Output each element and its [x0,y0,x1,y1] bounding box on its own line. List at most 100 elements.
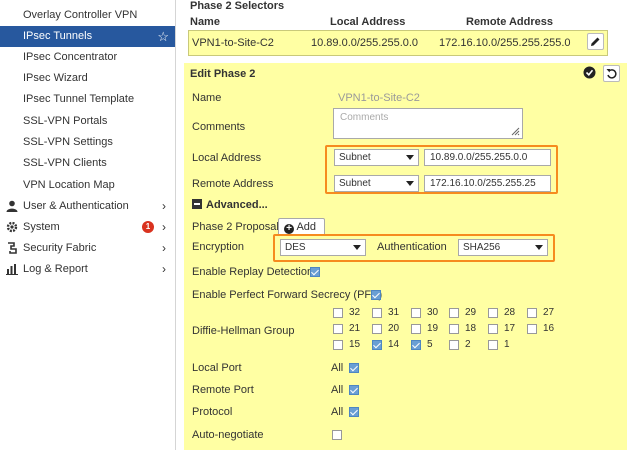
sidebar-item-label: SSL-VPN Portals [23,115,108,127]
dh-group-label-text: 30 [427,307,439,318]
protocol-all: All [331,406,344,418]
remote-address-type-select[interactable]: Subnet [334,175,419,192]
chevron-down-icon [353,245,361,250]
user-icon [6,200,18,212]
auto-negotiate-checkbox[interactable] [332,430,342,440]
dh-group-checkbox[interactable] [333,324,343,334]
dh-group-checkbox[interactable] [333,308,343,318]
dh-group-label-text: 28 [504,307,516,318]
sidebar-item-ssl-vpn-portals[interactable]: SSL-VPN Portals [0,111,175,132]
main-content: Phase 2 Selectors Name Local Address Rem… [177,0,640,450]
sidebar-item-label: IPsec Tunnels [23,30,93,42]
sidebar-item-ipsec-concentrator[interactable]: IPsec Concentrator [0,47,175,68]
local-port-all: All [331,362,344,374]
sidebar-item-label: IPsec Wizard [23,72,88,84]
sidebar-item-user-authentication[interactable]: User & Authentication › [0,196,175,217]
chevron-right-icon: › [162,220,166,234]
authentication-value: SHA256 [463,242,501,253]
sidebar-item-system[interactable]: System 1 › [0,217,175,238]
local-address-type-select[interactable]: Subnet [334,149,419,166]
authentication-select[interactable]: SHA256 [458,239,548,256]
sidebar-item-ssl-vpn-settings[interactable]: SSL-VPN Settings [0,132,175,153]
local-port-all-checkbox[interactable] [349,363,359,373]
resize-handle-icon[interactable] [511,127,520,136]
dh-group-checkbox[interactable] [372,324,382,334]
selector-row-local: 10.89.0.0/255.255.0.0 [311,37,419,49]
sidebar: Overlay Controller VPN IPsec Tunnels ☆ IP… [0,0,176,450]
local-port-label: Local Port [192,362,242,374]
remote-address-label: Remote Address [192,178,274,190]
notification-badge: 1 [142,221,154,233]
name-label: Name [192,92,222,104]
sidebar-item-overlay-controller-vpn[interactable]: Overlay Controller VPN [0,5,175,26]
dh-group-checkbox[interactable] [411,340,421,350]
dh-group-checkbox[interactable] [488,324,498,334]
favorite-star-icon[interactable]: ☆ [157,26,169,47]
sidebar-item-security-fabric[interactable]: Security Fabric › [0,238,175,259]
dh-group-checkbox[interactable] [372,340,382,350]
sidebar-item-ipsec-tunnels[interactable]: IPsec Tunnels ☆ [0,26,175,47]
collapse-icon [192,199,202,209]
remote-port-label: Remote Port [192,384,254,396]
dh-group-checkbox[interactable] [488,340,498,350]
dh-group-label-text: 31 [388,307,400,318]
local-address-value: 10.89.0.0/255.255.0.0 [430,152,528,163]
dh-group-checkbox[interactable] [449,340,459,350]
dh-group-label-text: 14 [388,339,400,350]
column-header-name: Name [190,16,220,28]
chevron-right-icon: › [162,262,166,276]
column-header-remote-address: Remote Address [466,16,554,28]
sidebar-item-ssl-vpn-clients[interactable]: SSL-VPN Clients [0,153,175,174]
sidebar-item-ipsec-tunnel-template[interactable]: IPsec Tunnel Template [0,89,175,110]
apply-button[interactable] [582,66,597,81]
comments-placeholder: Comments [340,112,389,123]
sidebar-item-ipsec-wizard[interactable]: IPsec Wizard [0,68,175,89]
protocol-all-checkbox[interactable] [349,407,359,417]
encryption-select[interactable]: DES [280,239,366,256]
selectors-title: Phase 2 Selectors [190,0,285,12]
dh-group-label-text: 17 [504,323,516,334]
dh-group-checkbox[interactable] [411,324,421,334]
advanced-toggle[interactable]: Advanced... [192,199,268,211]
plus-circle-icon: + [284,224,294,234]
chevron-right-icon: › [162,241,166,255]
undo-icon [606,69,617,79]
dh-group-checkbox[interactable] [527,308,537,318]
remote-address-type-value: Subnet [339,178,371,189]
local-address-input[interactable]: 10.89.0.0/255.255.0.0 [424,149,551,166]
edit-phase2-title: Edit Phase 2 [190,68,256,80]
dh-group-checkbox[interactable] [449,308,459,318]
edit-selector-button[interactable] [587,33,604,50]
dh-group-checkbox[interactable] [488,308,498,318]
pfs-checkbox[interactable] [371,290,381,300]
sidebar-item-label: User & Authentication [23,200,129,212]
dh-group-label-text: 32 [349,307,361,318]
auto-negotiate-label: Auto-negotiate [192,429,264,441]
replay-detection-checkbox[interactable] [310,267,320,277]
dh-group-checkbox[interactable] [411,308,421,318]
chevron-down-icon [406,155,414,160]
comments-label: Comments [192,121,246,133]
dh-group-checkbox[interactable] [527,324,537,334]
gear-icon [6,221,18,233]
undo-button[interactable] [603,65,620,82]
remote-port-all-checkbox[interactable] [349,385,359,395]
dh-group-checkbox[interactable] [449,324,459,334]
replay-detection-label: Enable Replay Detection [192,266,314,278]
dh-group-label-text: 27 [543,307,555,318]
selector-row-name: VPN1-to-Site-C2 [192,37,274,49]
sidebar-item-vpn-location-map[interactable]: VPN Location Map [0,175,175,196]
remote-address-input[interactable]: 172.16.10.0/255.255.25 [424,175,551,192]
dh-group-checkbox[interactable] [333,340,343,350]
sidebar-item-log-report[interactable]: Log & Report › [0,259,175,280]
authentication-label: Authentication [377,241,447,253]
dh-group-label-text: 29 [465,307,477,318]
comments-textarea[interactable]: Comments [333,108,523,139]
security-fabric-icon [8,242,17,254]
dh-group-label: Diffie-Hellman Group [192,325,295,337]
dh-group-label-text: 2 [465,339,471,350]
remote-port-all: All [331,384,344,396]
selector-row-remote: 172.16.10.0/255.255.255.0 [439,37,571,49]
name-value: VPN1-to-Site-C2 [338,92,420,104]
dh-group-checkbox[interactable] [372,308,382,318]
